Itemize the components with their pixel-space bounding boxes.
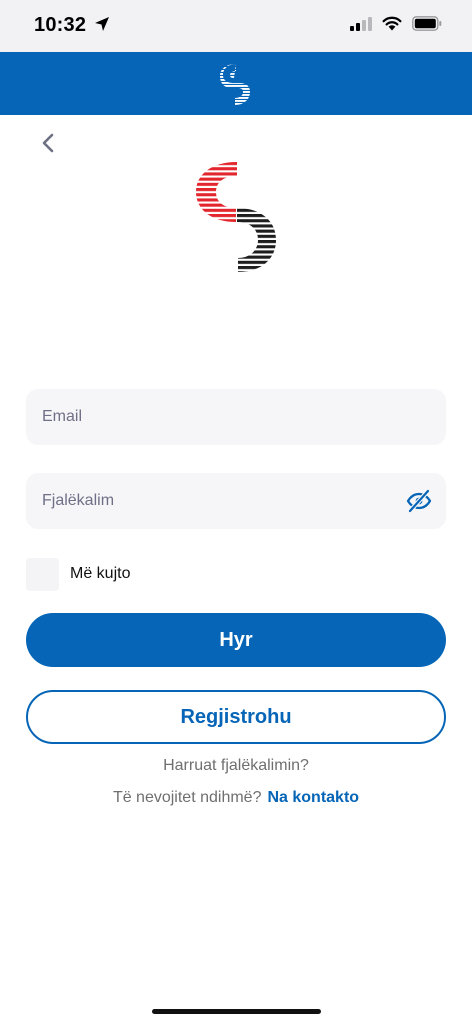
chevron-left-icon[interactable] xyxy=(36,128,64,158)
app-header xyxy=(0,52,472,115)
forgot-password-link[interactable]: Harruat fjalëkalimin? xyxy=(0,757,472,775)
home-indicator xyxy=(152,1009,321,1014)
eye-off-icon[interactable] xyxy=(406,489,432,513)
brand-logo xyxy=(196,162,276,272)
cellular-signal-icon xyxy=(350,16,372,31)
help-text: Të nevojitet ndihmë? xyxy=(112,789,262,806)
battery-icon xyxy=(412,16,442,31)
help-row: Të nevojitet ndihmë? Na kontakto xyxy=(0,789,472,807)
remember-me-label: Më kujto xyxy=(70,565,131,582)
email-field[interactable] xyxy=(26,389,446,445)
email-input[interactable] xyxy=(26,389,446,445)
status-bar: 10:32 xyxy=(0,0,472,52)
status-time-text: 10:32 xyxy=(34,14,87,36)
register-button[interactable]: Regjistrohu xyxy=(26,690,446,744)
login-button[interactable]: Hyr xyxy=(26,613,446,667)
contact-link[interactable]: Na kontakto xyxy=(267,789,359,806)
password-field[interactable] xyxy=(26,473,446,529)
password-input[interactable] xyxy=(26,473,446,529)
wifi-icon xyxy=(382,16,402,31)
remember-me-checkbox[interactable] xyxy=(26,557,59,591)
status-icons xyxy=(350,16,442,31)
status-time: 10:32 xyxy=(34,14,110,37)
remember-me-row: Më kujto xyxy=(26,557,130,591)
header-logo-icon xyxy=(220,64,250,105)
location-arrow-icon xyxy=(94,17,109,31)
